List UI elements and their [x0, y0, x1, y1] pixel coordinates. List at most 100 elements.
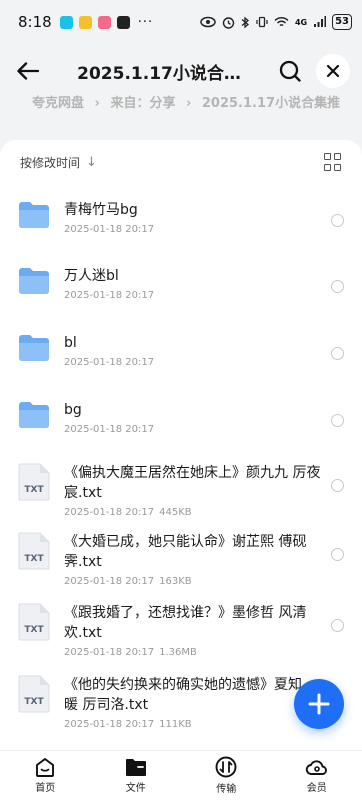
close-button[interactable]: [316, 54, 350, 88]
file-size: 1.36MB: [159, 647, 197, 658]
select-radio[interactable]: [331, 347, 344, 360]
tab-home[interactable]: 首页: [0, 751, 91, 800]
vibrate-icon: [256, 16, 268, 28]
search-icon: [279, 60, 301, 82]
file-date: 2025-01-18 20:17: [64, 357, 155, 368]
file-name: 《他的失约换来的确实她的遗憾》夏知暖 厉司洛.txt: [64, 677, 302, 713]
bluetooth-icon: [241, 16, 249, 28]
file-meta: 2025-01-18 20:17: [64, 290, 321, 301]
add-button[interactable]: [294, 679, 344, 729]
list-item[interactable]: 青梅竹马bg 2025-01-18 20:17: [0, 200, 362, 235]
folder-icon: [125, 759, 146, 776]
file-list-panel: 按修改时间 ↓ 青梅竹马bg 2025-01-18 20:17 万人迷bl 20…: [0, 140, 362, 750]
list-item[interactable]: 万人迷bl 2025-01-18 20:17: [0, 266, 362, 301]
list-item[interactable]: TXT 《大婚已成，她只能认命》谢芷熙 傅砚霁.txt 2025-01-18 2…: [0, 532, 362, 587]
txt-badge: TXT: [24, 697, 44, 707]
network-label: 4G: [294, 17, 308, 27]
grid-view-icon[interactable]: [324, 153, 342, 171]
breadcrumb-item[interactable]: 2025.1.17小说合集推: [202, 96, 340, 111]
file-name: 《偏执大魔王居然在她床上》颜九九 厉夜宸.txt: [64, 465, 321, 501]
txt-badge: TXT: [24, 625, 44, 635]
cloud-icon: [305, 760, 327, 775]
file-date: 2025-01-18 20:17: [64, 424, 155, 435]
sort-bar: 按修改时间 ↓: [0, 140, 362, 184]
file-meta: 2025-01-18 20:17: [64, 424, 321, 435]
close-icon: [326, 64, 340, 78]
file-meta: 2025-01-18 20:17 445KB: [64, 507, 321, 518]
page-title: 2025.1.17小说合…: [77, 63, 241, 84]
list-item[interactable]: TXT 《偏执大魔王居然在她床上》颜九九 厉夜宸.txt 2025-01-18 …: [0, 463, 362, 518]
status-bar: 8:18 ··· 4G 53: [0, 0, 362, 44]
sort-direction-icon[interactable]: ↓: [86, 155, 97, 170]
folder-icon: [19, 268, 49, 294]
select-radio[interactable]: [331, 619, 344, 632]
txt-file-icon: TXT: [18, 532, 50, 570]
txt-file-icon: TXT: [18, 463, 50, 501]
breadcrumb-item[interactable]: 夸克网盘: [32, 96, 84, 111]
folder-icon: [19, 335, 49, 361]
txt-file-icon: TXT: [18, 675, 50, 713]
folder-icon: [19, 402, 49, 428]
file-meta: 2025-01-18 20:17: [64, 357, 321, 368]
txt-file-icon: TXT: [18, 603, 50, 641]
plus-icon: [308, 693, 330, 715]
eye-icon: [200, 16, 216, 28]
select-radio[interactable]: [331, 280, 344, 293]
folder-icon: [19, 202, 49, 228]
select-radio[interactable]: [331, 548, 344, 561]
select-radio[interactable]: [331, 479, 344, 492]
file-size: 163KB: [159, 576, 192, 587]
txt-badge: TXT: [24, 554, 44, 564]
file-size: 111KB: [159, 719, 192, 730]
search-button[interactable]: [274, 55, 306, 87]
arrow-left-icon: [17, 62, 39, 80]
file-date: 2025-01-18 20:17: [64, 576, 155, 587]
select-radio[interactable]: [331, 214, 344, 227]
list-item[interactable]: bg 2025-01-18 20:17: [0, 400, 362, 435]
file-size: 445KB: [159, 507, 192, 518]
file-name: bg: [64, 402, 82, 418]
breadcrumb-separator: ›: [94, 96, 100, 111]
file-name: 万人迷bl: [64, 268, 119, 284]
file-meta: 2025-01-18 20:17: [64, 224, 321, 235]
status-right: 4G 53: [200, 14, 352, 30]
tab-files[interactable]: 文件: [91, 751, 182, 800]
battery-indicator: 53: [332, 14, 352, 30]
transfer-icon: [215, 756, 237, 778]
select-radio[interactable]: [331, 414, 344, 427]
alarm-icon: [222, 16, 235, 29]
status-time: 8:18: [18, 13, 52, 31]
tiktok-icon: [116, 15, 130, 29]
home-icon: [36, 758, 55, 777]
tab-label: 首页: [35, 783, 56, 794]
file-meta: 2025-01-18 20:17 1.36MB: [64, 647, 321, 658]
app-notification-icon: [59, 15, 73, 29]
tab-vip[interactable]: 会员: [272, 751, 362, 800]
file-name: 青梅竹马bg: [64, 202, 138, 218]
tab-label: 会员: [306, 783, 327, 794]
file-meta: 2025-01-18 20:17 163KB: [64, 576, 321, 587]
back-button[interactable]: [12, 55, 44, 87]
file-name: 《跟我婚了，还想找谁？》墨修哲 风清欢.txt: [64, 605, 307, 641]
status-more: ···: [137, 14, 154, 30]
txt-badge: TXT: [24, 485, 44, 495]
tab-label: 传输: [216, 784, 237, 795]
app-notification-icon: [78, 15, 92, 29]
tab-transfer[interactable]: 传输: [181, 751, 272, 800]
signal-icon: [314, 16, 327, 27]
file-meta: 2025-01-18 20:17 111KB: [64, 719, 304, 730]
file-date: 2025-01-18 20:17: [64, 507, 155, 518]
header: 2025.1.17小说合…: [0, 48, 362, 94]
breadcrumb-separator: ›: [185, 96, 192, 111]
list-item[interactable]: TXT 《跟我婚了，还想找谁？》墨修哲 风清欢.txt 2025-01-18 2…: [0, 603, 362, 658]
tab-label: 文件: [125, 783, 146, 794]
sort-label[interactable]: 按修改时间: [20, 154, 80, 171]
wifi-icon: [274, 16, 289, 27]
file-date: 2025-01-18 20:17: [64, 719, 155, 730]
list-item[interactable]: bl 2025-01-18 20:17: [0, 333, 362, 368]
breadcrumb-item[interactable]: 来自：分享: [110, 96, 175, 111]
file-name: 《大婚已成，她只能认命》谢芷熙 傅砚霁.txt: [64, 534, 307, 570]
file-date: 2025-01-18 20:17: [64, 647, 155, 658]
file-date: 2025-01-18 20:17: [64, 290, 155, 301]
breadcrumb: 夸克网盘 › 来自：分享 › 2025.1.17小说合集推: [0, 92, 362, 114]
